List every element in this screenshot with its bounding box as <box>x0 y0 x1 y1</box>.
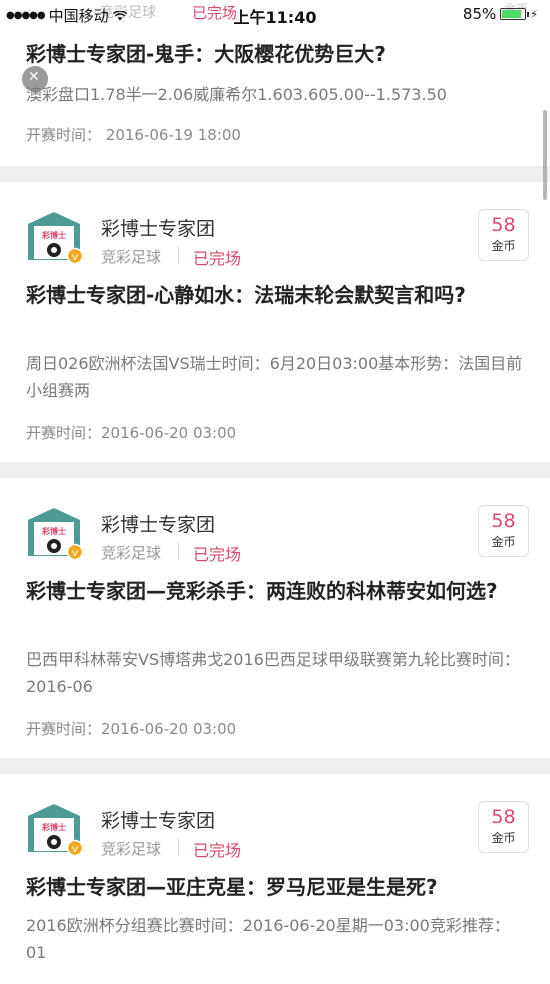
category-label: 竞彩足球 <box>101 248 162 266</box>
category-separator <box>178 542 179 560</box>
card-divider <box>0 462 550 478</box>
price-amount: 58 <box>491 214 516 236</box>
status-badge: 已完场 <box>193 545 242 564</box>
article-summary: 周日026欧洲杯法国VS瑞士时间：6月20日03:00基本形势：法国目前小组赛两 <box>26 354 523 400</box>
article-card[interactable]: 彩博士 v 彩博士专家团 竞彩足球 已完场 58 金币 彩博士专家团-心静如水：… <box>0 182 550 462</box>
svg-text:彩博士: 彩博士 <box>41 230 66 240</box>
author-name[interactable]: 彩博士专家团 <box>101 806 215 833</box>
price-unit: 金币 <box>491 535 516 549</box>
article-card[interactable]: 彩博士 v 彩博士专家团 竞彩足球 已完场 58 金币 彩博士专家团—亚庄克星：… <box>0 774 550 984</box>
charging-icon: ⚡ <box>530 7 538 21</box>
match-time-label: 开赛时间： <box>26 720 102 738</box>
author-name[interactable]: 彩博士专家团 <box>101 214 215 241</box>
article-title[interactable]: 彩博士专家团—亚庄克星：罗马尼亚是生是死? <box>26 873 528 902</box>
price-badge[interactable]: 58 金币 <box>478 209 529 261</box>
price-badge[interactable]: 58 金币 <box>478 801 529 853</box>
battery-percent: 85% <box>462 5 497 23</box>
category-separator <box>178 246 179 264</box>
article-summary: 2016欧洲杯分组赛比赛时间：2016-06-20星期一03:00竞彩推荐：01 <box>26 916 510 962</box>
avatar-icon[interactable]: 彩博士 v <box>26 802 82 856</box>
price-badge[interactable]: 58 金币 <box>478 505 529 557</box>
match-time-value: 2016-06-19 18:00 <box>105 126 241 144</box>
match-time-label: 开赛时间： <box>26 126 102 144</box>
author-name[interactable]: 彩博士专家团 <box>101 510 215 537</box>
match-time-value: 2016-06-20 03:00 <box>101 720 237 738</box>
match-time-value: 2016-06-20 03:00 <box>101 424 237 442</box>
card-divider <box>0 166 550 182</box>
category-label: 竞彩足球 <box>101 840 162 858</box>
article-card[interactable]: 彩博士专家团-鬼手：大阪樱花优势巨大? 澳彩盘口1.78半一2.06威廉希尔1.… <box>0 24 550 166</box>
category-label: 竞彩足球 <box>101 544 162 562</box>
price-amount: 58 <box>491 510 516 532</box>
card-divider <box>0 758 550 774</box>
battery-icon <box>500 8 530 20</box>
scrollbar[interactable] <box>543 110 547 200</box>
match-time-label: 开赛时间： <box>26 424 102 442</box>
article-title[interactable]: 彩博士专家团-心静如水：法瑞末轮会默契言和吗? <box>26 281 528 310</box>
price-unit: 金币 <box>491 239 516 253</box>
status-badge: 已完场 <box>193 841 242 860</box>
avatar-icon[interactable]: 彩博士 v <box>26 506 82 560</box>
article-title[interactable]: 彩博士专家团-鬼手：大阪樱花优势巨大? <box>26 40 528 69</box>
article-card[interactable]: 彩博士 v 彩博士专家团 竞彩足球 已完场 58 金币 彩博士专家团—竞彩杀手：… <box>0 478 550 758</box>
svg-text:v: v <box>72 844 78 855</box>
match-time: 开赛时间：2016-06-20 03:00 <box>26 718 236 739</box>
status-badge: 已完场 <box>193 249 242 268</box>
price-amount: 58 <box>491 806 516 828</box>
match-time: 开赛时间：2016-06-20 03:00 <box>26 422 236 443</box>
status-bar: ●●●●● 中国移动 上午11:40 85% ⚡ <box>0 0 550 28</box>
match-time: 开赛时间： 2016-06-19 18:00 <box>26 124 241 145</box>
svg-text:彩博士: 彩博士 <box>41 822 66 832</box>
article-title[interactable]: 彩博士专家团—竞彩杀手：两连败的科林蒂安如何选? <box>26 577 528 606</box>
svg-text:v: v <box>72 252 78 263</box>
price-unit: 金币 <box>491 831 516 845</box>
avatar-icon[interactable]: 彩博士 v <box>26 210 82 264</box>
svg-text:v: v <box>72 548 78 559</box>
article-summary: 巴西甲科林蒂安VS博塔弗戈2016巴西足球甲级联赛第九轮比赛时间：2016-06 <box>26 650 520 696</box>
category-separator <box>178 838 179 856</box>
article-summary: 澳彩盘口1.78半一2.06威廉希尔1.603.605.00--1.573.50 <box>26 85 447 104</box>
svg-text:彩博士: 彩博士 <box>41 526 66 536</box>
